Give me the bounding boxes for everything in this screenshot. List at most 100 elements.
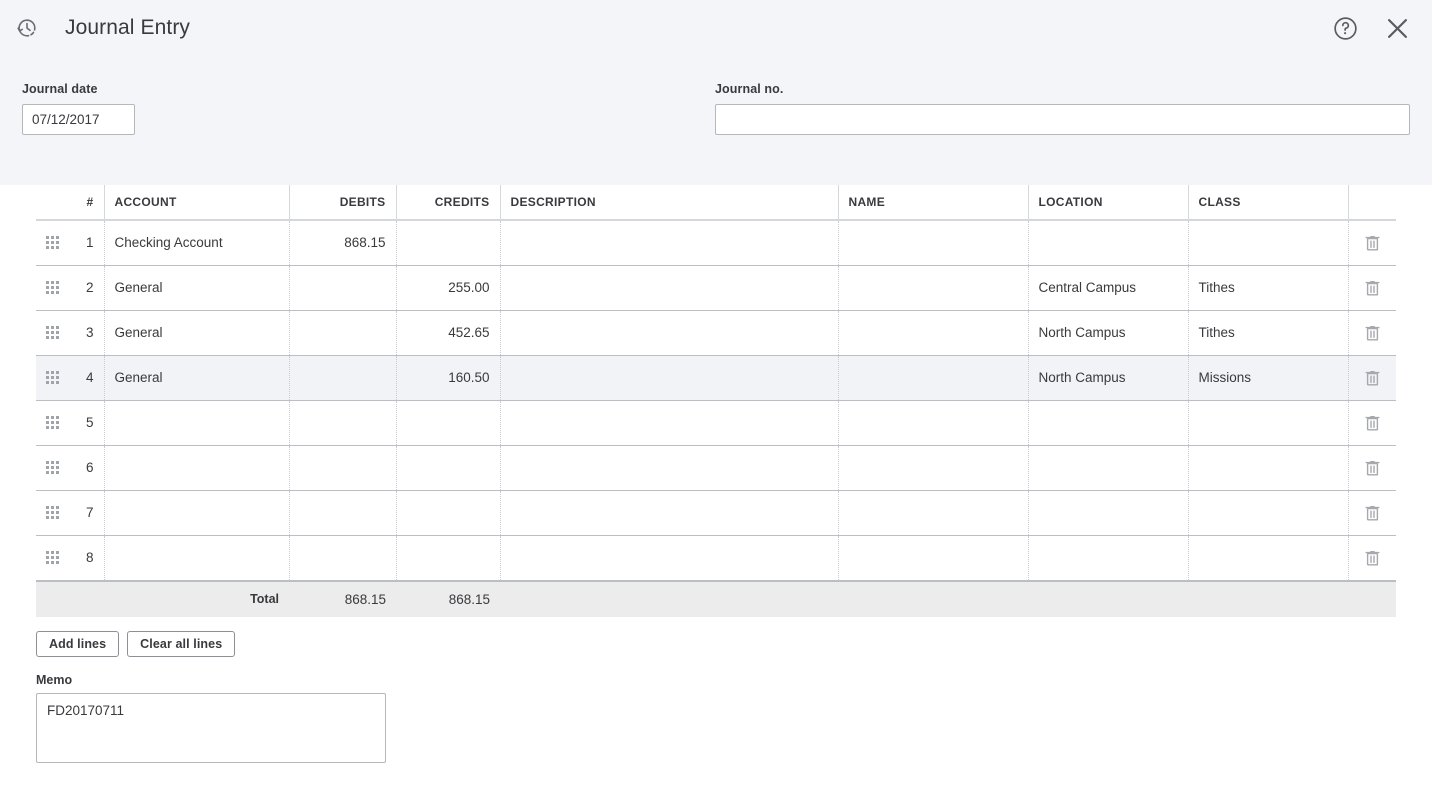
row-credits[interactable] bbox=[396, 445, 500, 490]
row-class[interactable] bbox=[1188, 400, 1348, 445]
row-credits[interactable]: 160.50 bbox=[396, 355, 500, 400]
row-location[interactable] bbox=[1028, 400, 1188, 445]
row-name[interactable] bbox=[838, 220, 1028, 265]
row-account[interactable]: General bbox=[104, 265, 289, 310]
close-x-icon[interactable] bbox=[1380, 11, 1414, 45]
row-credits[interactable] bbox=[396, 490, 500, 535]
row-description[interactable] bbox=[500, 535, 838, 580]
row-account[interactable]: General bbox=[104, 310, 289, 355]
drag-handle-icon[interactable] bbox=[46, 416, 59, 429]
row-account[interactable]: Checking Account bbox=[104, 220, 289, 265]
row-name[interactable] bbox=[838, 310, 1028, 355]
table-row[interactable]: 3General452.65North CampusTithes bbox=[36, 310, 1396, 355]
trash-icon[interactable] bbox=[1359, 323, 1387, 342]
clear-all-lines-button[interactable]: Clear all lines bbox=[127, 631, 235, 657]
trash-icon[interactable] bbox=[1359, 413, 1387, 432]
drag-handle-icon[interactable] bbox=[46, 461, 59, 474]
row-description[interactable] bbox=[500, 445, 838, 490]
drag-handle-icon[interactable] bbox=[46, 371, 59, 384]
trash-icon[interactable] bbox=[1359, 548, 1387, 567]
table-row[interactable]: 6 bbox=[36, 445, 1396, 490]
row-delete-cell[interactable] bbox=[1348, 355, 1396, 400]
row-location[interactable]: North Campus bbox=[1028, 355, 1188, 400]
row-name[interactable] bbox=[838, 490, 1028, 535]
row-debits[interactable] bbox=[289, 400, 396, 445]
memo-textarea[interactable] bbox=[36, 693, 386, 763]
row-description[interactable] bbox=[500, 490, 838, 535]
row-drag-handle-cell[interactable] bbox=[36, 355, 64, 400]
row-credits[interactable] bbox=[396, 220, 500, 265]
row-description[interactable] bbox=[500, 400, 838, 445]
row-drag-handle-cell[interactable] bbox=[36, 535, 64, 580]
trash-icon[interactable] bbox=[1359, 458, 1387, 477]
row-class[interactable]: Tithes bbox=[1188, 265, 1348, 310]
row-debits[interactable]: 868.15 bbox=[289, 220, 396, 265]
row-class[interactable] bbox=[1188, 490, 1348, 535]
trash-icon[interactable] bbox=[1359, 503, 1387, 522]
add-lines-button[interactable]: Add lines bbox=[36, 631, 119, 657]
row-debits[interactable] bbox=[289, 310, 396, 355]
row-account[interactable] bbox=[104, 400, 289, 445]
row-description[interactable] bbox=[500, 355, 838, 400]
row-account[interactable] bbox=[104, 445, 289, 490]
row-drag-handle-cell[interactable] bbox=[36, 445, 64, 490]
drag-handle-icon[interactable] bbox=[46, 506, 59, 519]
row-description[interactable] bbox=[500, 310, 838, 355]
trash-icon[interactable] bbox=[1359, 233, 1387, 252]
journal-date-input[interactable] bbox=[22, 104, 135, 135]
row-debits[interactable] bbox=[289, 355, 396, 400]
row-debits[interactable] bbox=[289, 490, 396, 535]
row-class[interactable]: Tithes bbox=[1188, 310, 1348, 355]
row-delete-cell[interactable] bbox=[1348, 400, 1396, 445]
row-drag-handle-cell[interactable] bbox=[36, 265, 64, 310]
drag-handle-icon[interactable] bbox=[46, 281, 59, 294]
row-account[interactable] bbox=[104, 490, 289, 535]
row-class[interactable] bbox=[1188, 445, 1348, 490]
drag-handle-icon[interactable] bbox=[46, 326, 59, 339]
row-drag-handle-cell[interactable] bbox=[36, 310, 64, 355]
row-delete-cell[interactable] bbox=[1348, 535, 1396, 580]
row-drag-handle-cell[interactable] bbox=[36, 400, 64, 445]
row-location[interactable] bbox=[1028, 490, 1188, 535]
row-name[interactable] bbox=[838, 445, 1028, 490]
help-circle-icon[interactable] bbox=[1328, 11, 1362, 45]
table-row[interactable]: 4General160.50North CampusMissions bbox=[36, 355, 1396, 400]
row-name[interactable] bbox=[838, 265, 1028, 310]
row-credits[interactable]: 255.00 bbox=[396, 265, 500, 310]
row-description[interactable] bbox=[500, 220, 838, 265]
row-location[interactable] bbox=[1028, 445, 1188, 490]
trash-icon[interactable] bbox=[1359, 278, 1387, 297]
row-credits[interactable] bbox=[396, 400, 500, 445]
row-location[interactable]: Central Campus bbox=[1028, 265, 1188, 310]
row-location[interactable]: North Campus bbox=[1028, 310, 1188, 355]
journal-no-input[interactable] bbox=[715, 104, 1410, 135]
row-credits[interactable]: 452.65 bbox=[396, 310, 500, 355]
table-row[interactable]: 1Checking Account868.15 bbox=[36, 220, 1396, 265]
row-class[interactable] bbox=[1188, 220, 1348, 265]
row-debits[interactable] bbox=[289, 265, 396, 310]
row-location[interactable] bbox=[1028, 535, 1188, 580]
row-account[interactable] bbox=[104, 535, 289, 580]
row-delete-cell[interactable] bbox=[1348, 220, 1396, 265]
table-row[interactable]: 5 bbox=[36, 400, 1396, 445]
row-debits[interactable] bbox=[289, 535, 396, 580]
table-row[interactable]: 7 bbox=[36, 490, 1396, 535]
row-description[interactable] bbox=[500, 265, 838, 310]
row-class[interactable] bbox=[1188, 535, 1348, 580]
table-row[interactable]: 2General255.00Central CampusTithes bbox=[36, 265, 1396, 310]
row-location[interactable] bbox=[1028, 220, 1188, 265]
row-delete-cell[interactable] bbox=[1348, 265, 1396, 310]
row-name[interactable] bbox=[838, 400, 1028, 445]
row-debits[interactable] bbox=[289, 445, 396, 490]
row-credits[interactable] bbox=[396, 535, 500, 580]
row-drag-handle-cell[interactable] bbox=[36, 220, 64, 265]
row-drag-handle-cell[interactable] bbox=[36, 490, 64, 535]
row-delete-cell[interactable] bbox=[1348, 445, 1396, 490]
row-account[interactable]: General bbox=[104, 355, 289, 400]
row-name[interactable] bbox=[838, 355, 1028, 400]
row-delete-cell[interactable] bbox=[1348, 490, 1396, 535]
row-class[interactable]: Missions bbox=[1188, 355, 1348, 400]
drag-handle-icon[interactable] bbox=[46, 551, 59, 564]
row-delete-cell[interactable] bbox=[1348, 310, 1396, 355]
table-row[interactable]: 8 bbox=[36, 535, 1396, 580]
